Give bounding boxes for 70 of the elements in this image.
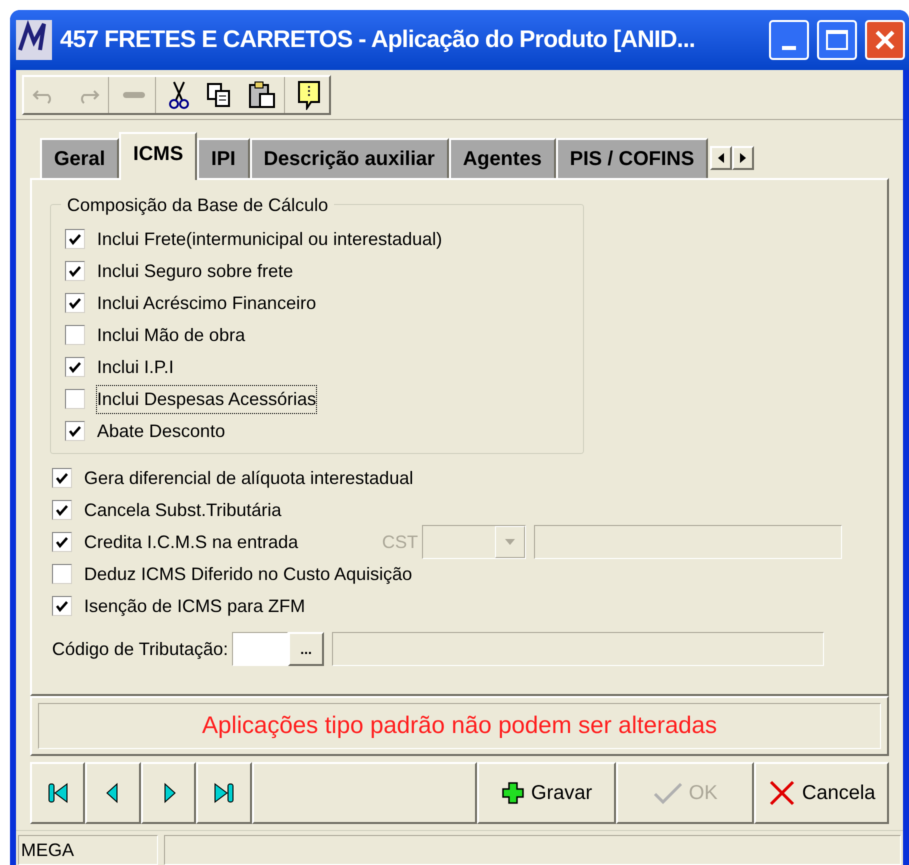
checkbox-label[interactable]: Deduz ICMS Diferido no Custo Aquisição (84, 560, 412, 588)
triangle-right-icon (739, 153, 748, 163)
description-field[interactable] (332, 632, 824, 666)
checkbox-label[interactable]: Inclui I.P.I (97, 354, 174, 380)
checkbox-label[interactable]: Abate Desconto (97, 418, 226, 444)
skip-forward-icon (212, 781, 236, 805)
previous-record-button[interactable] (85, 762, 141, 824)
tab-scroll-right-button[interactable] (732, 146, 754, 170)
warning-message: Aplicações tipo padrão não podem ser alteradas (202, 711, 717, 741)
copy-icon[interactable] (206, 82, 232, 108)
status-panel: MEGA (18, 835, 158, 865)
checkbox[interactable] (52, 532, 72, 552)
last-record-button[interactable] (196, 762, 252, 824)
checkbox-label[interactable]: Inclui Despesas Acessórias (97, 386, 316, 412)
field-label: Código de Tributação: (52, 638, 228, 661)
checkbox[interactable] (65, 325, 85, 345)
save-button[interactable]: Gravar (477, 762, 616, 824)
checkbox-label[interactable]: Gera diferencial de alíquota interestadual (84, 464, 414, 492)
x-icon (768, 779, 796, 807)
checkbox[interactable] (65, 293, 85, 313)
checkbox[interactable] (65, 389, 85, 409)
tab[interactable]: ICMS (119, 132, 198, 180)
close-button[interactable] (865, 20, 905, 60)
tab[interactable]: IPI (197, 138, 250, 178)
checkbox-label[interactable]: Inclui Seguro sobre frete (97, 258, 294, 284)
check-mark-icon (68, 424, 82, 438)
check-mark-icon (68, 232, 82, 246)
close-icon (874, 29, 896, 51)
cst-label: CST (382, 530, 418, 554)
lookup-button[interactable]: ... (288, 632, 324, 666)
triangle-left-icon (717, 153, 726, 163)
check-mark-icon (55, 599, 69, 613)
clipboard-icon[interactable] (248, 80, 276, 108)
checkbox[interactable] (65, 421, 85, 441)
checkbox-label[interactable]: Inclui Mão de obra (97, 322, 246, 348)
checkbox-label[interactable]: Inclui Acréscimo Financeiro (97, 290, 316, 316)
checkbox-label[interactable]: Credita I.C.M.S na entrada (84, 528, 374, 556)
tab[interactable]: Descrição auxiliar (250, 138, 449, 178)
checkbox[interactable] (65, 357, 85, 377)
check-mark-icon (68, 296, 82, 310)
maximize-button[interactable] (817, 20, 857, 60)
app-logo-icon (16, 20, 52, 60)
tab[interactable]: Geral (40, 138, 120, 178)
checkbox[interactable] (52, 500, 72, 520)
checkbox[interactable] (52, 564, 72, 584)
skip-back-icon (46, 781, 70, 805)
check-mark-icon (68, 264, 82, 278)
cancel-button[interactable]: Cancela (754, 762, 889, 824)
cst-description-field[interactable] (534, 525, 842, 559)
checkbox[interactable] (52, 596, 72, 616)
checkbox-label[interactable]: Isenção de ICMS para ZFM (84, 592, 374, 620)
plus-icon (501, 781, 526, 805)
tab-scroll-left-button[interactable] (710, 146, 732, 170)
check-mark-icon (55, 535, 69, 549)
first-record-button[interactable] (30, 762, 86, 824)
check-icon (652, 781, 683, 805)
checkbox-label[interactable]: Inclui Frete(intermunicipal ou interestadual) (97, 226, 442, 252)
checkbox[interactable] (65, 261, 85, 281)
code-field[interactable] (232, 632, 288, 666)
minimize-button[interactable] (769, 20, 809, 60)
tab[interactable]: PIS / COFINS (556, 138, 708, 178)
checkbox[interactable] (52, 468, 72, 488)
check-mark-icon (55, 503, 69, 517)
next-record-button[interactable] (140, 762, 196, 824)
check-mark-icon (68, 360, 82, 374)
checkbox-label[interactable]: Cancela Subst.Tributária (84, 496, 374, 524)
tab[interactable]: Agentes (448, 138, 556, 178)
window-title: 457 FRETES E CARRETOS - Aplicação do Produto [ANID... (60, 25, 696, 55)
check-mark-icon (55, 471, 69, 485)
checkbox[interactable] (65, 229, 85, 249)
